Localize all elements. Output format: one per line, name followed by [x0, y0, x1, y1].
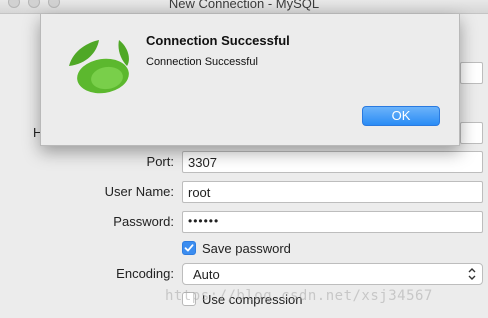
- save-password-checkbox[interactable]: [182, 241, 196, 255]
- alert-title: Connection Successful: [146, 33, 290, 48]
- watermark: https://blog.csdn.net/xsj34567: [165, 288, 433, 304]
- host-field[interactable]: [460, 122, 483, 144]
- encoding-select[interactable]: Auto: [182, 263, 483, 285]
- save-password-row: Save password: [182, 239, 291, 257]
- password-row: Password: ••••••: [0, 211, 488, 233]
- window-title: New Connection - MySQL: [168, 0, 320, 11]
- save-password-label: Save password: [202, 240, 291, 256]
- password-label: Password:: [113, 214, 174, 229]
- encoding-row: Encoding: Auto: [0, 263, 488, 285]
- encoding-value: Auto: [193, 267, 220, 282]
- up-down-chevron-icon: [468, 268, 476, 280]
- title-bar: New Connection - MySQL: [0, 0, 488, 14]
- port-row: Port: 3307: [0, 151, 488, 173]
- password-field[interactable]: ••••••: [182, 211, 483, 233]
- connection-name-field[interactable]: [460, 62, 483, 84]
- encoding-label: Encoding:: [116, 266, 174, 281]
- checkmark-icon: [184, 244, 194, 252]
- user-name-field[interactable]: root: [182, 181, 483, 203]
- ok-button[interactable]: OK: [362, 106, 440, 126]
- port-field[interactable]: 3307: [182, 151, 483, 173]
- connection-window: New Connection - MySQL H Port: 3307 User…: [0, 0, 488, 318]
- navicat-leaf-icon: [69, 40, 129, 94]
- user-name-row: User Name: root: [0, 181, 488, 203]
- user-name-label: User Name:: [104, 184, 174, 199]
- connection-alert-dialog: Connection Successful Connection Success…: [40, 14, 460, 146]
- alert-message: Connection Successful: [146, 56, 258, 68]
- port-label: Port:: [146, 154, 174, 169]
